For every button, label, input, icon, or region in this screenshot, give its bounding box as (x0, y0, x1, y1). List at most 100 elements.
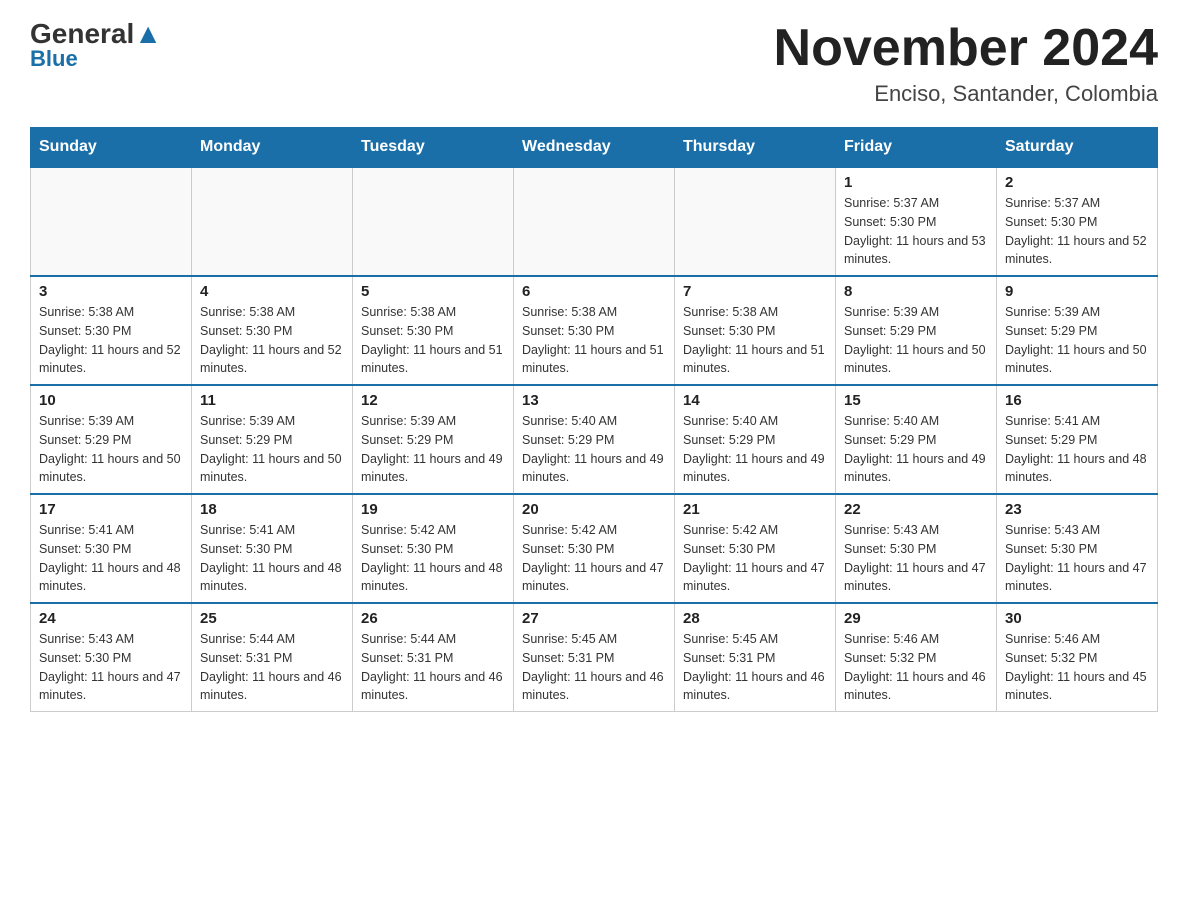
day-number: 20 (522, 501, 666, 518)
table-row: 13Sunrise: 5:40 AM Sunset: 5:29 PM Dayli… (514, 385, 675, 494)
table-row (675, 167, 836, 276)
day-info: Sunrise: 5:39 AM Sunset: 5:29 PM Dayligh… (1005, 303, 1149, 378)
day-number: 14 (683, 392, 827, 409)
table-row: 5 Sunrise: 5:38 AM Sunset: 5:30 PM Daylig… (353, 276, 514, 385)
table-row: 2 Sunrise: 5:37 AM Sunset: 5:30 PM Daylig… (997, 167, 1158, 276)
day-number: 24 (39, 610, 183, 627)
day-info: Sunrise: 5:40 AM Sunset: 5:29 PM Dayligh… (844, 412, 988, 487)
day-info: Sunrise: 5:45 AM Sunset: 5:31 PM Dayligh… (683, 630, 827, 705)
day-number: 16 (1005, 392, 1149, 409)
day-number: 25 (200, 610, 344, 627)
day-info: Sunrise: 5:46 AM Sunset: 5:32 PM Dayligh… (844, 630, 988, 705)
page-header: General▲ Blue November 2024 Enciso, Sant… (30, 20, 1158, 107)
day-info: Sunrise: 5:37 AM Sunset: 5:30 PM Dayligh… (1005, 194, 1149, 269)
col-monday: Monday (192, 128, 353, 168)
table-row (514, 167, 675, 276)
day-number: 23 (1005, 501, 1149, 518)
table-row: 21 Sunrise: 5:42 AM Sunset: 5:30 PM Dayli… (675, 494, 836, 603)
table-row: 9 Sunrise: 5:39 AM Sunset: 5:29 PM Daylig… (997, 276, 1158, 385)
table-row: 14 Sunrise: 5:40 AM Sunset: 5:29 PM Dayli… (675, 385, 836, 494)
table-row: 12Sunrise: 5:39 AM Sunset: 5:29 PM Dayli… (353, 385, 514, 494)
col-thursday: Thursday (675, 128, 836, 168)
day-number: 2 (1005, 174, 1149, 191)
calendar-table: Sunday Monday Tuesday Wednesday Thursday… (30, 127, 1158, 712)
table-row: 11 Sunrise: 5:39 AM Sunset: 5:29 PM Dayli… (192, 385, 353, 494)
day-number: 11 (200, 392, 344, 409)
table-row (192, 167, 353, 276)
day-info: Sunrise: 5:43 AM Sunset: 5:30 PM Dayligh… (844, 521, 988, 596)
table-row: 27Sunrise: 5:45 AM Sunset: 5:31 PM Dayli… (514, 603, 675, 712)
day-info: Sunrise: 5:38 AM Sunset: 5:30 PM Dayligh… (361, 303, 505, 378)
day-number: 21 (683, 501, 827, 518)
day-number: 4 (200, 283, 344, 300)
day-number: 18 (200, 501, 344, 518)
table-row: 29Sunrise: 5:46 AM Sunset: 5:32 PM Dayli… (836, 603, 997, 712)
logo: General▲ Blue (30, 20, 162, 72)
calendar-week-row: 3 Sunrise: 5:38 AM Sunset: 5:30 PM Daylig… (31, 276, 1158, 385)
table-row: 8Sunrise: 5:39 AM Sunset: 5:29 PM Daylig… (836, 276, 997, 385)
logo-general-text: General▲ (30, 20, 162, 48)
day-number: 9 (1005, 283, 1149, 300)
calendar-title: November 2024 (774, 20, 1158, 77)
table-row: 23 Sunrise: 5:43 AM Sunset: 5:30 PM Dayli… (997, 494, 1158, 603)
day-info: Sunrise: 5:38 AM Sunset: 5:30 PM Dayligh… (200, 303, 344, 378)
day-number: 12 (361, 392, 505, 409)
day-info: Sunrise: 5:41 AM Sunset: 5:30 PM Dayligh… (39, 521, 183, 596)
day-info: Sunrise: 5:42 AM Sunset: 5:30 PM Dayligh… (522, 521, 666, 596)
day-number: 10 (39, 392, 183, 409)
day-number: 13 (522, 392, 666, 409)
col-wednesday: Wednesday (514, 128, 675, 168)
calendar-week-row: 17 Sunrise: 5:41 AM Sunset: 5:30 PM Dayli… (31, 494, 1158, 603)
table-row: 1Sunrise: 5:37 AM Sunset: 5:30 PM Daylig… (836, 167, 997, 276)
col-tuesday: Tuesday (353, 128, 514, 168)
day-info: Sunrise: 5:43 AM Sunset: 5:30 PM Dayligh… (1005, 521, 1149, 596)
calendar-week-row: 10 Sunrise: 5:39 AM Sunset: 5:29 PM Dayli… (31, 385, 1158, 494)
day-info: Sunrise: 5:38 AM Sunset: 5:30 PM Dayligh… (39, 303, 183, 378)
calendar-header-row: Sunday Monday Tuesday Wednesday Thursday… (31, 128, 1158, 168)
table-row: 4 Sunrise: 5:38 AM Sunset: 5:30 PM Daylig… (192, 276, 353, 385)
table-row: 17 Sunrise: 5:41 AM Sunset: 5:30 PM Dayli… (31, 494, 192, 603)
logo-blue-text: Blue (30, 46, 78, 72)
day-info: Sunrise: 5:44 AM Sunset: 5:31 PM Dayligh… (200, 630, 344, 705)
day-number: 27 (522, 610, 666, 627)
day-info: Sunrise: 5:42 AM Sunset: 5:30 PM Dayligh… (361, 521, 505, 596)
logo-triangle-icon: ▲ (134, 18, 162, 49)
day-number: 5 (361, 283, 505, 300)
table-row: 10 Sunrise: 5:39 AM Sunset: 5:29 PM Dayli… (31, 385, 192, 494)
day-number: 3 (39, 283, 183, 300)
table-row: 22Sunrise: 5:43 AM Sunset: 5:30 PM Dayli… (836, 494, 997, 603)
col-saturday: Saturday (997, 128, 1158, 168)
table-row: 25 Sunrise: 5:44 AM Sunset: 5:31 PM Dayli… (192, 603, 353, 712)
table-row: 18 Sunrise: 5:41 AM Sunset: 5:30 PM Dayli… (192, 494, 353, 603)
day-info: Sunrise: 5:39 AM Sunset: 5:29 PM Dayligh… (844, 303, 988, 378)
table-row: 7Sunrise: 5:38 AM Sunset: 5:30 PM Daylig… (675, 276, 836, 385)
table-row: 20 Sunrise: 5:42 AM Sunset: 5:30 PM Dayli… (514, 494, 675, 603)
calendar-week-row: 24Sunrise: 5:43 AM Sunset: 5:30 PM Dayli… (31, 603, 1158, 712)
day-info: Sunrise: 5:40 AM Sunset: 5:29 PM Dayligh… (683, 412, 827, 487)
day-info: Sunrise: 5:38 AM Sunset: 5:30 PM Dayligh… (683, 303, 827, 378)
table-row: 24Sunrise: 5:43 AM Sunset: 5:30 PM Dayli… (31, 603, 192, 712)
day-info: Sunrise: 5:39 AM Sunset: 5:29 PM Dayligh… (39, 412, 183, 487)
day-number: 26 (361, 610, 505, 627)
day-info: Sunrise: 5:41 AM Sunset: 5:29 PM Dayligh… (1005, 412, 1149, 487)
day-number: 17 (39, 501, 183, 518)
title-block: November 2024 Enciso, Santander, Colombi… (774, 20, 1158, 107)
day-number: 6 (522, 283, 666, 300)
day-number: 1 (844, 174, 988, 191)
day-info: Sunrise: 5:38 AM Sunset: 5:30 PM Dayligh… (522, 303, 666, 378)
calendar-week-row: 1 Sunrise: 5:37 AM Sunset: 5:30 PM Daylig… (31, 167, 1158, 276)
col-sunday: Sunday (31, 128, 192, 168)
day-info: Sunrise: 5:42 AM Sunset: 5:30 PM Dayligh… (683, 521, 827, 596)
table-row (31, 167, 192, 276)
table-row: 15 Sunrise: 5:40 AM Sunset: 5:29 PM Dayli… (836, 385, 997, 494)
day-info: Sunrise: 5:39 AM Sunset: 5:29 PM Dayligh… (200, 412, 344, 487)
table-row: 28 Sunrise: 5:45 AM Sunset: 5:31 PM Dayli… (675, 603, 836, 712)
day-number: 28 (683, 610, 827, 627)
table-row: 26 Sunrise: 5:44 AM Sunset: 5:31 PM Dayli… (353, 603, 514, 712)
table-row: 6 Sunrise: 5:38 AM Sunset: 5:30 PM Daylig… (514, 276, 675, 385)
day-number: 19 (361, 501, 505, 518)
day-number: 15 (844, 392, 988, 409)
day-info: Sunrise: 5:44 AM Sunset: 5:31 PM Dayligh… (361, 630, 505, 705)
table-row: 16 Sunrise: 5:41 AM Sunset: 5:29 PM Dayli… (997, 385, 1158, 494)
day-info: Sunrise: 5:41 AM Sunset: 5:30 PM Dayligh… (200, 521, 344, 596)
